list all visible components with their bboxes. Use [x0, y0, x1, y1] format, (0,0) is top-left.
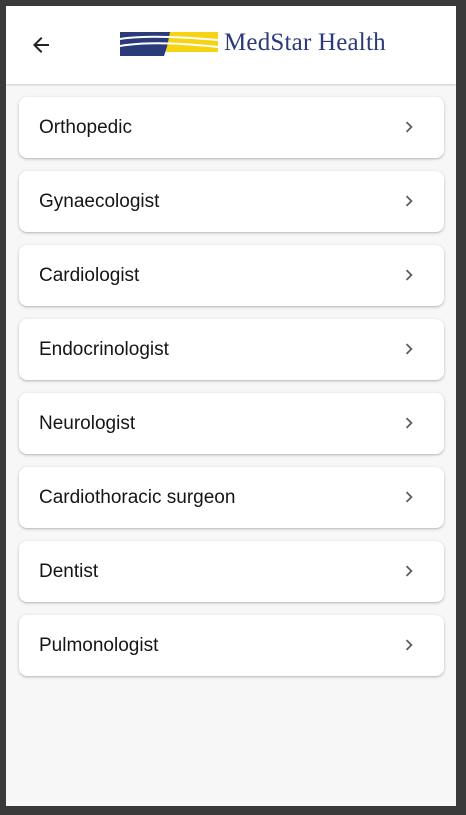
- specialty-item[interactable]: Orthopedic: [19, 97, 444, 158]
- specialty-item[interactable]: Cardiothoracic surgeon: [19, 467, 444, 528]
- app-screen: MedStar Health Orthopedic Gynaecologist Ca…: [6, 6, 456, 806]
- logo-text: MedStar Health: [224, 29, 386, 56]
- specialty-label: Endocrinologist: [39, 339, 169, 360]
- app-bar: MedStar Health: [6, 6, 456, 84]
- specialty-item[interactable]: Endocrinologist: [19, 319, 444, 380]
- chevron-right-icon: [405, 195, 413, 207]
- specialty-item[interactable]: Gynaecologist: [19, 171, 444, 232]
- specialty-label: Gynaecologist: [39, 191, 160, 212]
- specialty-list: Orthopedic Gynaecologist Cardiologist Endoc…: [19, 97, 444, 689]
- chevron-right-icon: [405, 343, 413, 355]
- chevron-right-icon: [405, 417, 413, 429]
- specialty-item[interactable]: Dentist: [19, 541, 444, 602]
- specialty-label: Orthopedic: [39, 117, 132, 138]
- chevron-right-icon: [405, 121, 413, 133]
- specialty-label: Neurologist: [39, 413, 136, 434]
- chevron-right-icon: [405, 269, 413, 281]
- specialty-item[interactable]: Neurologist: [19, 393, 444, 454]
- specialty-label: Pulmonologist: [39, 635, 159, 656]
- medstar-logo: MedStar Health: [120, 28, 386, 58]
- specialty-item[interactable]: Pulmonologist: [19, 615, 444, 676]
- specialty-label: Cardiothoracic surgeon: [39, 487, 236, 508]
- arrow-left-icon: [33, 37, 49, 53]
- specialty-item[interactable]: Cardiologist: [19, 245, 444, 306]
- chevron-right-icon: [405, 639, 413, 651]
- back-button[interactable]: [26, 32, 56, 58]
- chevron-right-icon: [405, 565, 413, 577]
- chevron-right-icon: [405, 491, 413, 503]
- specialty-label: Cardiologist: [39, 265, 140, 286]
- logo-mark: [120, 30, 218, 56]
- specialty-label: Dentist: [39, 561, 99, 582]
